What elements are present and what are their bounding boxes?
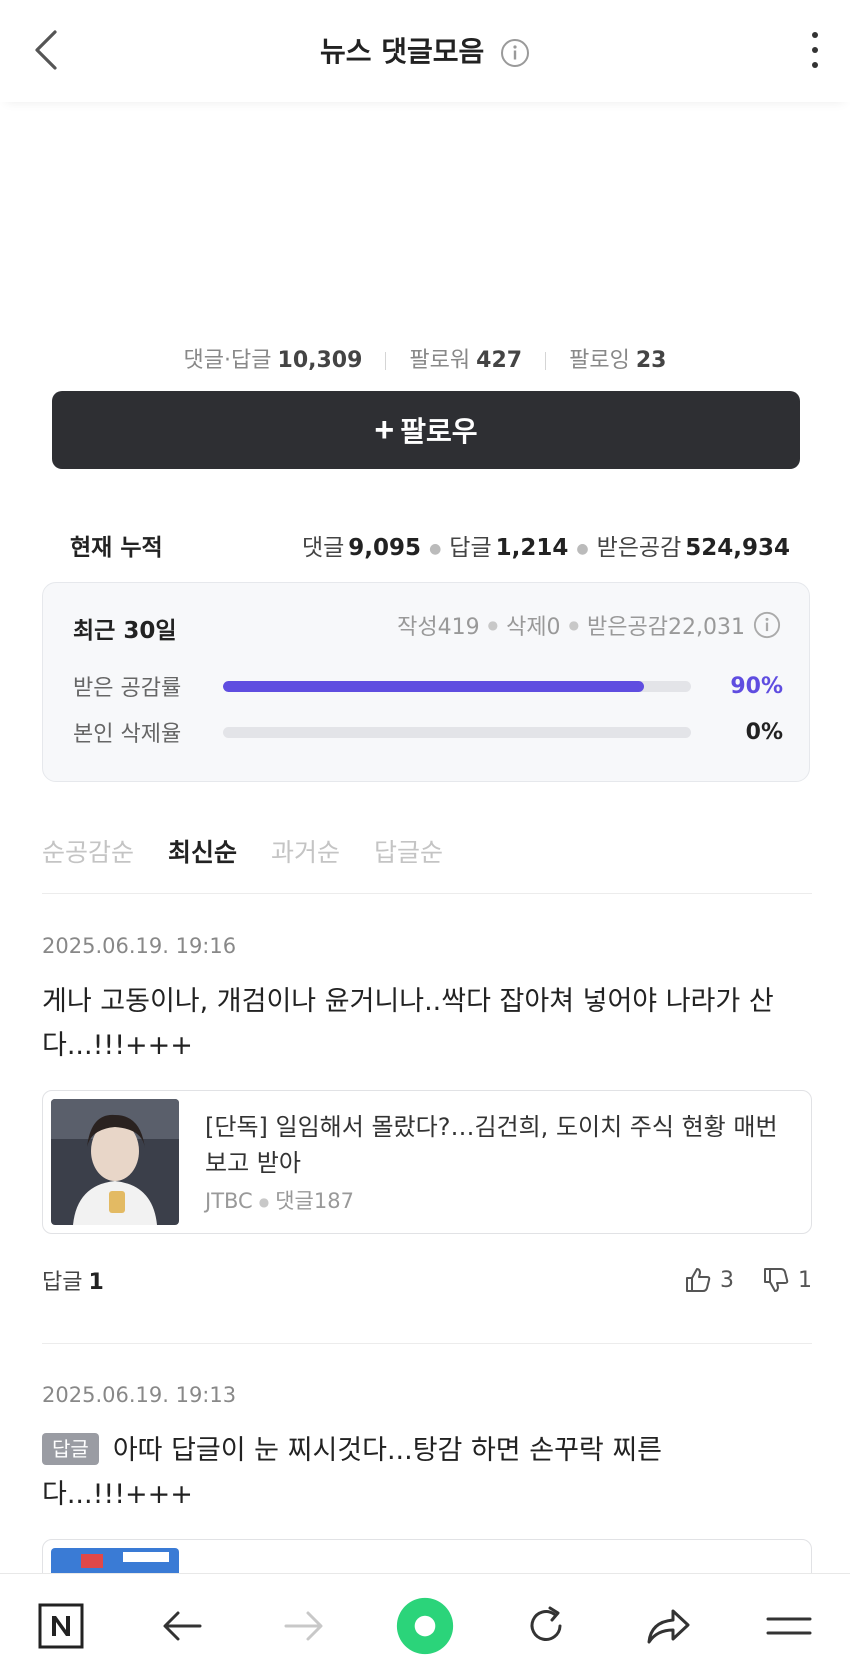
naver-home-icon	[38, 1603, 84, 1648]
stat-divider	[385, 352, 387, 370]
naver-home-button[interactable]	[31, 1596, 91, 1656]
comment-text: 답글 아따 답글이 눈 찌시것다...탕감 하면 손꾸락 찌른다...!!!+++	[42, 1429, 812, 1517]
share-icon	[647, 1609, 690, 1643]
empathy-rate-label: 받은 공감률	[73, 676, 182, 701]
back-nav-button[interactable]	[152, 1596, 212, 1656]
dot-separator: ●	[487, 618, 499, 632]
recent-likes: 받은공감22,031	[587, 615, 745, 640]
green-dot-button[interactable]	[395, 1596, 455, 1656]
tab-sort-oldest[interactable]: 과거순	[271, 833, 340, 869]
tab-sort-replies[interactable]: 답글순	[374, 833, 443, 869]
arrow-left-icon	[163, 1611, 202, 1640]
more-vertical-icon	[812, 32, 818, 38]
dislike-button[interactable]: 1	[762, 1266, 812, 1294]
stat-label: 팔로워	[409, 348, 471, 373]
stat-value: 427	[476, 348, 523, 373]
comment-text-body: 아따 답글이 눈 찌시것다...탕감 하면 손꾸락 찌른다...!!!+++	[42, 1435, 663, 1510]
menu-button[interactable]	[759, 1596, 819, 1656]
page-title-text: 뉴스 댓글모음	[319, 35, 485, 68]
stat-followers[interactable]: 팔로워 427	[409, 348, 522, 373]
article-source: JTBC	[205, 1189, 253, 1213]
green-dot-icon	[396, 1597, 454, 1654]
dot-separator: ●	[258, 1195, 270, 1209]
empathy-rate-row: 받은 공감률 90%	[73, 671, 783, 702]
thumbs-down-icon	[764, 1268, 789, 1292]
menu-icon	[766, 1617, 812, 1634]
follow-label: 팔로우	[400, 416, 478, 447]
more-vertical-icon	[812, 62, 818, 68]
cum-likes-value: 524,934	[685, 535, 790, 561]
article-meta: JTBC ● 댓글187	[205, 1185, 785, 1215]
comment-divider	[42, 1343, 812, 1344]
cum-comments-value: 9,095	[348, 535, 422, 561]
cum-replies-label: 답글	[449, 535, 492, 561]
stat-divider	[545, 352, 547, 370]
thumbs-up-icon	[686, 1268, 711, 1292]
dot-separator: ●	[576, 540, 589, 557]
empathy-rate-value: 90%	[730, 673, 783, 699]
sort-tabs: 순공감순 최신순 과거순 답글순	[42, 808, 812, 894]
delete-rate-row: 본인 삭제율 0%	[73, 717, 783, 748]
delete-rate-value: 0%	[745, 719, 783, 745]
info-icon[interactable]	[500, 38, 530, 68]
dot-separator: ●	[429, 540, 442, 557]
arrow-right-icon	[284, 1611, 323, 1640]
article-comment-count: 댓글187	[275, 1189, 354, 1213]
comment-date: 2025.06.19. 19:16	[42, 934, 237, 958]
like-button[interactable]: 3	[684, 1266, 734, 1294]
stat-value: 10,309	[277, 348, 363, 373]
comment-date: 2025.06.19. 19:13	[42, 1383, 237, 1407]
recent-30-days-box: 최근 30일 작성419 ● 삭제0 ● 받은공감22,031 받은 공감률 9…	[42, 582, 810, 782]
empathy-rate-track	[223, 680, 691, 692]
comment-text: 게나 고동이나, 개검이나 윤거니나..싹다 잡아쳐 넣어야 나라가 산다...…	[42, 986, 774, 1061]
delete-rate-label: 본인 삭제율	[73, 722, 182, 747]
reply-button[interactable]: 답글 1	[42, 1264, 104, 1296]
forward-nav-button[interactable]	[274, 1596, 334, 1656]
cumulative-values: 댓글 9,095 ● 답글 1,214 ● 받은공감 524,934	[302, 528, 790, 562]
page-title: 뉴스 댓글모음	[0, 30, 850, 70]
dot-separator: ●	[568, 618, 580, 632]
tab-sort-empathy[interactable]: 순공감순	[42, 833, 134, 869]
delete-rate-track	[223, 726, 691, 738]
top-header: 뉴스 댓글모음	[0, 0, 850, 102]
stat-label: 팔로잉	[569, 348, 630, 373]
recent-deleted: 삭제0	[506, 615, 561, 640]
reply-label: 답글	[42, 1270, 83, 1295]
more-vertical-icon	[812, 47, 818, 53]
stat-value: 23	[635, 348, 667, 373]
like-count: 3	[720, 1267, 734, 1293]
article-thumbnail	[51, 1099, 179, 1225]
stat-comments[interactable]: 댓글·답글 10,309	[184, 348, 363, 373]
cum-replies-value: 1,214	[495, 535, 569, 561]
stat-following[interactable]: 팔로잉 23	[569, 348, 666, 373]
refresh-button[interactable]	[516, 1596, 576, 1656]
article-info: [단독] 일임해서 몰랐다?…김건희, 도이치 주식 현황 매번 보고 받아 J…	[205, 1109, 785, 1215]
recent-meta: 작성419 ● 삭제0 ● 받은공감22,031	[397, 609, 781, 641]
reply-badge: 답글	[42, 1433, 99, 1465]
follow-button[interactable]: + 팔로우	[52, 391, 800, 469]
profile-stats: 댓글·답글 10,309 팔로워 427 팔로잉 23	[0, 342, 850, 374]
cumulative-label: 현재 누적	[70, 535, 163, 561]
cumulative-stats: 현재 누적 댓글 9,095 ● 답글 1,214 ● 받은공감 524,934	[70, 528, 790, 562]
cum-comments-label: 댓글	[301, 535, 345, 561]
cum-likes-label: 받은공감	[596, 535, 682, 561]
plus-icon: +	[374, 410, 395, 449]
recent-title: 최근 30일	[73, 618, 177, 644]
dislike-count: 1	[798, 1267, 812, 1293]
article-title: [단독] 일임해서 몰랐다?…김건희, 도이치 주식 현황 매번 보고 받아	[205, 1113, 778, 1177]
refresh-icon	[530, 1606, 562, 1641]
share-button[interactable]	[638, 1596, 698, 1656]
vote-group: 3 1	[656, 1266, 812, 1294]
empathy-rate-fill	[223, 680, 645, 692]
recent-written: 작성419	[397, 615, 480, 640]
browser-toolbar	[0, 1573, 850, 1677]
comment-actions: 답글 1 3 1	[42, 1260, 812, 1300]
more-menu-button[interactable]	[800, 28, 830, 72]
comment-item: 2025.06.19. 19:16 게나 고동이나, 개검이나 윤거니나..싹다…	[42, 934, 812, 1300]
stat-label: 댓글·답글	[183, 348, 272, 373]
reply-count: 1	[88, 1270, 104, 1295]
info-icon[interactable]	[753, 611, 781, 639]
tab-sort-latest[interactable]: 최신순	[168, 833, 237, 869]
article-card[interactable]: [단독] 일임해서 몰랐다?…김건희, 도이치 주식 현황 매번 보고 받아 J…	[42, 1090, 812, 1234]
